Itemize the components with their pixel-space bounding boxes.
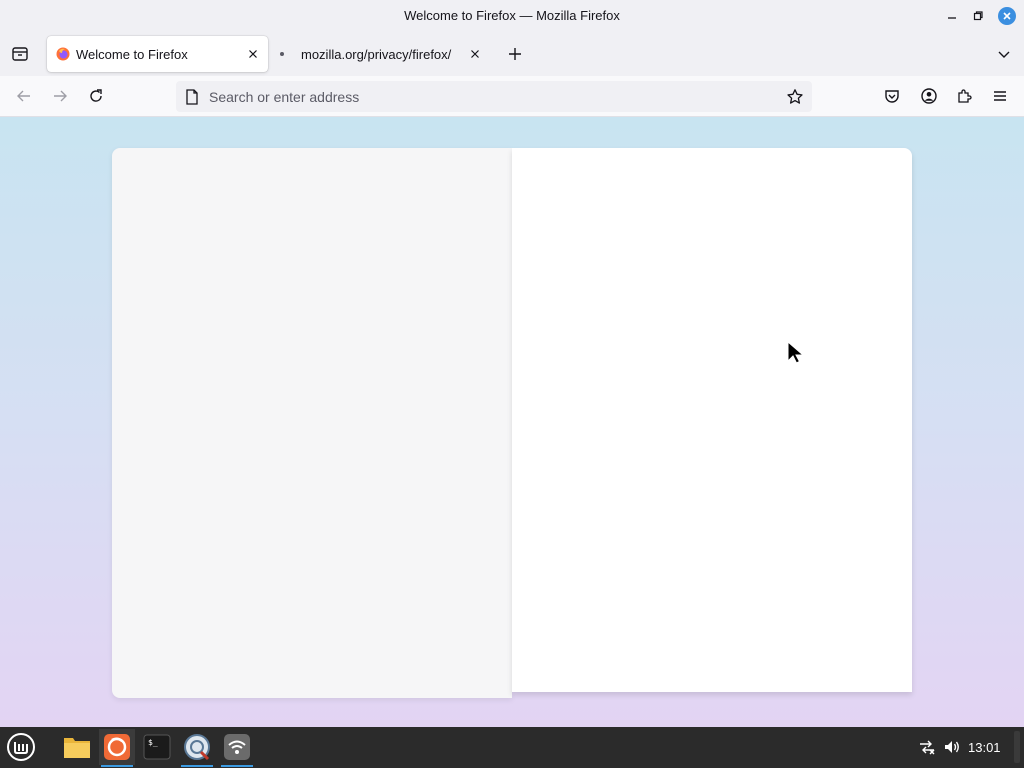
close-icon — [471, 50, 479, 58]
active-indicator — [101, 765, 133, 767]
window-titlebar: Welcome to Firefox — Mozilla Firefox — [0, 0, 1024, 32]
tab-loading-dot — [280, 52, 284, 56]
new-tab-button[interactable] — [505, 44, 525, 64]
url-input[interactable] — [209, 81, 769, 112]
reload-icon — [90, 89, 102, 102]
close-window-button[interactable] — [998, 7, 1016, 25]
tab-label: mozilla.org/privacy/firefox/ — [301, 47, 452, 62]
account-button[interactable] — [917, 84, 941, 108]
volume-button[interactable] — [942, 737, 962, 757]
firefox-view-icon — [12, 47, 28, 61]
tab-privacy[interactable]: mozilla.org/privacy/firefox/ — [272, 36, 490, 72]
maximize-button[interactable] — [969, 7, 987, 25]
account-icon — [921, 88, 937, 104]
app-menu-button[interactable] — [988, 84, 1012, 108]
taskbar-update-manager[interactable] — [179, 729, 215, 767]
bookmark-star-icon[interactable] — [786, 88, 804, 106]
taskbar-files[interactable] — [59, 729, 95, 765]
volume-icon — [945, 741, 959, 753]
reload-button[interactable] — [84, 84, 108, 108]
page-content — [0, 117, 1024, 727]
network-disconnected-icon — [920, 740, 935, 755]
forward-icon — [54, 90, 67, 102]
svg-text:$_: $_ — [148, 738, 158, 747]
extensions-icon — [958, 89, 972, 103]
close-tab-button[interactable] — [467, 46, 483, 62]
menu-icon — [994, 91, 1006, 101]
window-title: Welcome to Firefox — Mozilla Firefox — [404, 8, 620, 23]
welcome-card-left-panel — [112, 148, 512, 698]
taskbar: $_ 13:01 — [0, 727, 1024, 768]
terminal-icon: $_ — [143, 734, 171, 760]
firefox-icon — [56, 47, 70, 61]
list-all-tabs-button[interactable] — [994, 44, 1014, 64]
navigation-toolbar — [0, 76, 1024, 117]
minimize-button[interactable] — [943, 7, 961, 25]
chevron-down-icon — [998, 51, 1010, 58]
taskbar-network[interactable] — [219, 729, 255, 767]
running-indicator — [181, 765, 213, 767]
mouse-pointer-icon — [787, 341, 805, 364]
close-tab-button[interactable] — [245, 46, 261, 62]
files-icon — [64, 738, 90, 758]
welcome-card-right-panel — [512, 148, 912, 692]
firefox-view-button[interactable] — [8, 42, 32, 66]
close-icon — [1003, 12, 1011, 20]
back-button[interactable] — [12, 84, 36, 108]
address-bar[interactable] — [176, 81, 812, 112]
network-status-button[interactable] — [917, 737, 937, 757]
mint-menu-button[interactable] — [3, 729, 39, 765]
tab-strip: Welcome to Firefox mozilla.org/privacy/f… — [0, 32, 1024, 76]
clock[interactable]: 13:01 — [968, 740, 1001, 755]
save-to-pocket-button[interactable] — [880, 84, 904, 108]
taskbar-firefox[interactable] — [99, 729, 135, 767]
update-manager-icon — [184, 734, 210, 761]
close-icon — [249, 50, 257, 58]
forward-button[interactable] — [48, 84, 72, 108]
plus-icon — [509, 48, 521, 60]
minimize-icon — [948, 17, 956, 19]
mint-menu-icon — [7, 733, 35, 761]
taskbar-terminal[interactable]: $_ — [139, 729, 175, 765]
restore-icon — [973, 11, 983, 21]
extensions-button[interactable] — [952, 84, 976, 108]
page-icon — [186, 89, 198, 105]
pocket-icon — [885, 90, 899, 103]
network-icon — [224, 734, 250, 760]
back-icon — [17, 90, 30, 102]
firefox-icon — [104, 734, 130, 760]
tab-label: Welcome to Firefox — [76, 47, 188, 62]
tab-welcome[interactable]: Welcome to Firefox — [47, 36, 268, 72]
running-indicator — [221, 765, 253, 767]
show-desktop-button[interactable] — [1014, 731, 1020, 763]
